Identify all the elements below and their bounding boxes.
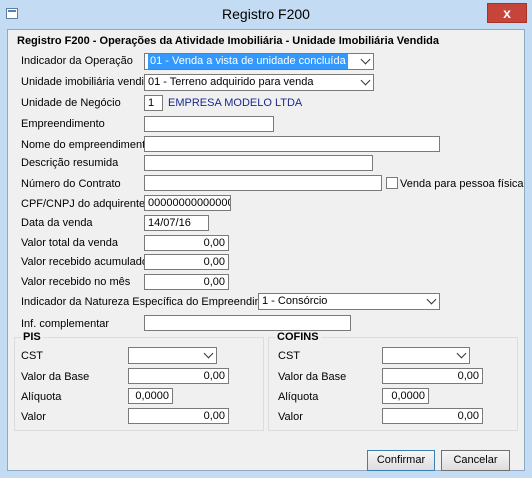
valor-recebido-mes-label: Valor recebido no mês [21,276,131,288]
venda-pessoa-fisica-checkbox[interactable] [386,177,398,189]
chevron-down-icon [360,75,371,86]
inf-complementar-input[interactable] [144,315,351,331]
numero-contrato-label: Número do Contrato [21,178,121,190]
data-venda-label: Data da venda [21,217,93,229]
indicador-operacao-value: 01 - Venda a vista de unidade concluída [148,54,348,69]
unidade-negocio-code-input[interactable]: 1 [144,95,163,111]
empreendimento-input[interactable] [144,116,274,132]
indicador-natureza-select[interactable]: 1 - Consórcio [258,293,440,310]
pis-legend: PIS [21,331,43,343]
title-bar: Registro F200 x [0,0,532,28]
unidade-negocio-name: EMPRESA MODELO LTDA [168,97,303,109]
cofins-base-label: Valor da Base [278,371,347,383]
chevron-down-icon [203,348,214,359]
indicador-natureza-label: Indicador da Natureza Específica do Empr… [21,296,286,308]
unidade-imobiliaria-label: Unidade imobiliária vendida [21,76,157,88]
numero-contrato-input[interactable] [144,175,382,191]
unidade-imobiliaria-value: 01 - Terreno adquirido para venda [148,76,314,88]
cofins-legend: COFINS [275,331,321,343]
unidade-imobiliaria-select[interactable]: 01 - Terreno adquirido para venda [144,74,374,91]
venda-pessoa-fisica-label: Venda para pessoa física [400,178,524,190]
cofins-cst-label: CST [278,350,300,362]
cofins-cst-select[interactable] [382,347,470,364]
pis-valor-input[interactable]: 0,00 [128,408,229,424]
unidade-negocio-label: Unidade de Negócio [21,97,121,109]
valor-recebido-acumulado-label: Valor recebido acumulado [21,256,148,268]
data-venda-input[interactable]: 14/07/16 [144,215,209,231]
valor-total-label: Valor total da venda [21,237,119,249]
indicador-operacao-label: Indicador da Operação [21,55,133,67]
cofins-aliquota-label: Alíquota [278,391,319,403]
dialog-window: Registro F200 x Registro F200 - Operaçõe… [0,0,532,478]
window-title: Registro F200 [222,6,310,22]
valor-recebido-acumulado-input[interactable]: 0,00 [144,254,229,270]
valor-recebido-mes-input[interactable]: 0,00 [144,274,229,290]
cpf-cnpj-input[interactable]: 00000000000000 [144,195,231,211]
pis-base-input[interactable]: 0,00 [128,368,229,384]
valor-total-input[interactable]: 0,00 [144,235,229,251]
descricao-resumida-label: Descrição resumida [21,157,119,169]
cofins-aliquota-input[interactable]: 0,0000 [382,388,429,404]
indicador-operacao-select[interactable]: 01 - Venda a vista de unidade concluída [144,53,374,70]
cofins-valor-label: Valor [278,411,303,423]
chevron-down-icon [360,54,371,65]
section-title: Registro F200 - Operações da Atividade I… [17,35,439,47]
inf-complementar-label: Inf. complementar [21,318,110,330]
pis-cst-label: CST [21,350,43,362]
pis-aliquota-input[interactable]: 0,0000 [128,388,173,404]
empreendimento-label: Empreendimento [21,118,105,130]
dialog-body: Registro F200 - Operações da Atividade I… [7,29,525,471]
close-button[interactable]: x [487,3,527,23]
pis-valor-label: Valor [21,411,46,423]
close-icon: x [503,5,511,21]
chevron-down-icon [456,348,467,359]
nome-empreendimento-input[interactable] [144,136,440,152]
pis-cst-select[interactable] [128,347,217,364]
cofins-valor-input[interactable]: 0,00 [382,408,483,424]
descricao-resumida-input[interactable] [144,155,373,171]
confirm-button[interactable]: Confirmar [367,450,435,471]
chevron-down-icon [426,294,437,305]
pis-base-label: Valor da Base [21,371,90,383]
indicador-natureza-value: 1 - Consórcio [262,295,328,307]
cancel-button[interactable]: Cancelar [441,450,510,471]
cofins-base-input[interactable]: 0,00 [382,368,483,384]
nome-empreendimento-label: Nome do empreendimento [21,139,152,151]
pis-aliquota-label: Alíquota [21,391,62,403]
cpf-cnpj-label: CPF/CNPJ do adquirente [21,198,146,210]
